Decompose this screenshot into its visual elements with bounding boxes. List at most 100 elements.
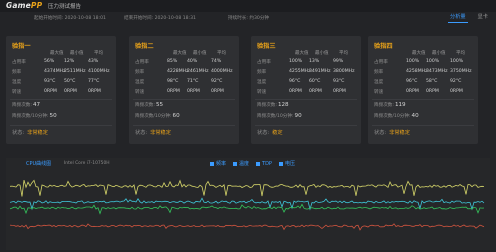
metric-value: 99%	[333, 59, 344, 64]
metric-value: 0RPM	[64, 89, 77, 94]
metric-value: 92°C	[211, 79, 223, 84]
metric-label: 温度	[374, 80, 384, 85]
column-header: 最小值	[70, 51, 84, 56]
metric-row: 频率 4374MHz 2511MHz 4100MHz	[6, 69, 116, 78]
metric-label: 占用率	[374, 60, 388, 65]
stability-status: 状态: 稳定	[257, 130, 283, 136]
metric-value: 43%	[88, 59, 99, 64]
metric-value: 3491MHz	[309, 69, 331, 74]
metric-value: 56%	[44, 59, 55, 64]
throttle-count: 降频次数:128	[257, 102, 289, 108]
metric-label: 转速	[12, 90, 22, 95]
metric-value: 100%	[426, 59, 440, 64]
metric-row: 温度 98°C 71°C 92°C	[129, 79, 239, 88]
metric-value: 0RPM	[450, 89, 463, 94]
metric-value: 100%	[289, 59, 303, 64]
throttle-rate: 降频次数/10分钟:90	[257, 113, 302, 119]
metric-value: 0RPM	[211, 89, 224, 94]
throttle-rate: 降频次数/10分钟:60	[135, 113, 180, 119]
metric-label: 频率	[257, 70, 267, 75]
metric-value: 0RPM	[44, 89, 57, 94]
column-header: 最小值	[432, 51, 446, 56]
metric-value: 93°C	[44, 79, 56, 84]
metric-value: 4100MHz	[88, 69, 110, 74]
series-voltage	[9, 223, 485, 231]
metric-value: 0RPM	[426, 89, 439, 94]
metric-row: 转速 0RPM 0RPM 0RPM	[251, 89, 361, 98]
divider	[255, 125, 357, 126]
info-bar: 起始开始时间: 2020-10-08 18:01 结束开始时间: 2020-10…	[0, 12, 496, 26]
tab-bar: 分析量 显卡	[448, 13, 490, 23]
metric-row: 温度 93°C 50°C 77°C	[6, 79, 116, 88]
divider	[372, 125, 474, 126]
metric-value: 2511MHz	[64, 69, 86, 74]
metric-value: 4000MHz	[211, 69, 233, 74]
app-logo: GamePP	[6, 1, 43, 10]
throttle-count: 降频次数:47	[12, 102, 41, 108]
column-header: 平均	[339, 51, 348, 56]
metric-value: 2461MHz	[187, 69, 209, 74]
metric-value: 0RPM	[187, 89, 200, 94]
metric-label: 占用率	[12, 60, 26, 65]
metric-value: 96°C	[289, 79, 301, 84]
divider	[10, 125, 112, 126]
metric-row: 占用率 56% 12% 43%	[6, 59, 116, 68]
column-header: 平均	[217, 51, 226, 56]
legend-voltage[interactable]: 电压	[278, 160, 295, 167]
column-header: 最小值	[315, 51, 329, 56]
metric-value: 85%	[167, 59, 178, 64]
metric-row: 转速 0RPM 0RPM 0RPM	[6, 89, 116, 98]
metric-row: 占用率 100% 100% 100%	[368, 59, 478, 68]
metric-value: 3473MHz	[426, 69, 448, 74]
series-temperature	[9, 203, 485, 215]
legend-temp[interactable]: 温度	[233, 160, 249, 167]
metric-value: 4258MHz	[406, 69, 428, 74]
metric-row: 转速 0RPM 0RPM 0RPM	[129, 89, 239, 98]
tab-cpu[interactable]: 分析量	[448, 13, 468, 23]
metric-row: 占用率 85% 40% 74%	[129, 59, 239, 68]
checkbox-icon	[233, 161, 238, 166]
legend-tdp[interactable]: TDP	[256, 160, 272, 167]
divider	[133, 125, 235, 126]
series-frequency	[9, 179, 485, 197]
metric-row: 温度 96°C 58°C 92°C	[368, 79, 478, 88]
metric-row: 频率 4258MHz 3473MHz 3750MHz	[368, 69, 478, 78]
column-header: 最大值	[295, 51, 309, 56]
throttle-count: 降频次数:119	[374, 102, 406, 108]
metric-label: 温度	[257, 80, 267, 85]
legend-freq[interactable]: 频率	[210, 160, 226, 167]
cpu-card: 验指三 最大值 最小值 平均 占用率 100% 13% 99% 频率 4255MHz 3491M…	[251, 36, 361, 144]
chart-subtitle: Intel Core i7-10750H	[64, 160, 110, 166]
column-header: 最大值	[173, 51, 187, 56]
metric-value: 0RPM	[333, 89, 346, 94]
metric-value: 40%	[187, 59, 198, 64]
cpu-card: 验指四 最大值 最小值 平均 占用率 100% 100% 100% 频率 4258MHz 347…	[368, 36, 478, 144]
chart-plot	[9, 179, 485, 231]
chart-legend: 频率 温度 TDP 电压	[210, 160, 295, 167]
metric-label: 温度	[135, 80, 145, 85]
metric-value: 4374MHz	[44, 69, 66, 74]
metric-label: 转速	[135, 90, 145, 95]
metric-value: 50°C	[64, 79, 76, 84]
metric-value: 0RPM	[88, 89, 101, 94]
checkbox-icon	[256, 161, 261, 166]
divider	[255, 99, 357, 100]
metric-row: 转速 0RPM 0RPM 0RPM	[368, 89, 478, 98]
metric-value: 0RPM	[289, 89, 302, 94]
metric-label: 占用率	[257, 60, 271, 65]
tab-gpu[interactable]: 显卡	[476, 13, 490, 23]
column-header: 最大值	[412, 51, 426, 56]
throttle-count: 降频次数:55	[135, 102, 164, 108]
column-header: 最小值	[193, 51, 207, 56]
cpu-chart: CPU曲线图 Intel Core i7-10750H 频率 温度 TDP 电压	[6, 158, 490, 250]
metric-label: 转速	[257, 90, 267, 95]
metric-label: 频率	[12, 70, 22, 75]
card-title: 验指二	[135, 43, 154, 50]
metric-label: 转速	[374, 90, 384, 95]
duration: 持续时长: 约30分钟	[228, 16, 270, 21]
metric-value: 0RPM	[406, 89, 419, 94]
metric-row: 频率 4228MHz 2461MHz 4000MHz	[129, 69, 239, 78]
divider	[10, 99, 112, 100]
metric-value: 71°C	[187, 79, 199, 84]
divider	[133, 99, 235, 100]
